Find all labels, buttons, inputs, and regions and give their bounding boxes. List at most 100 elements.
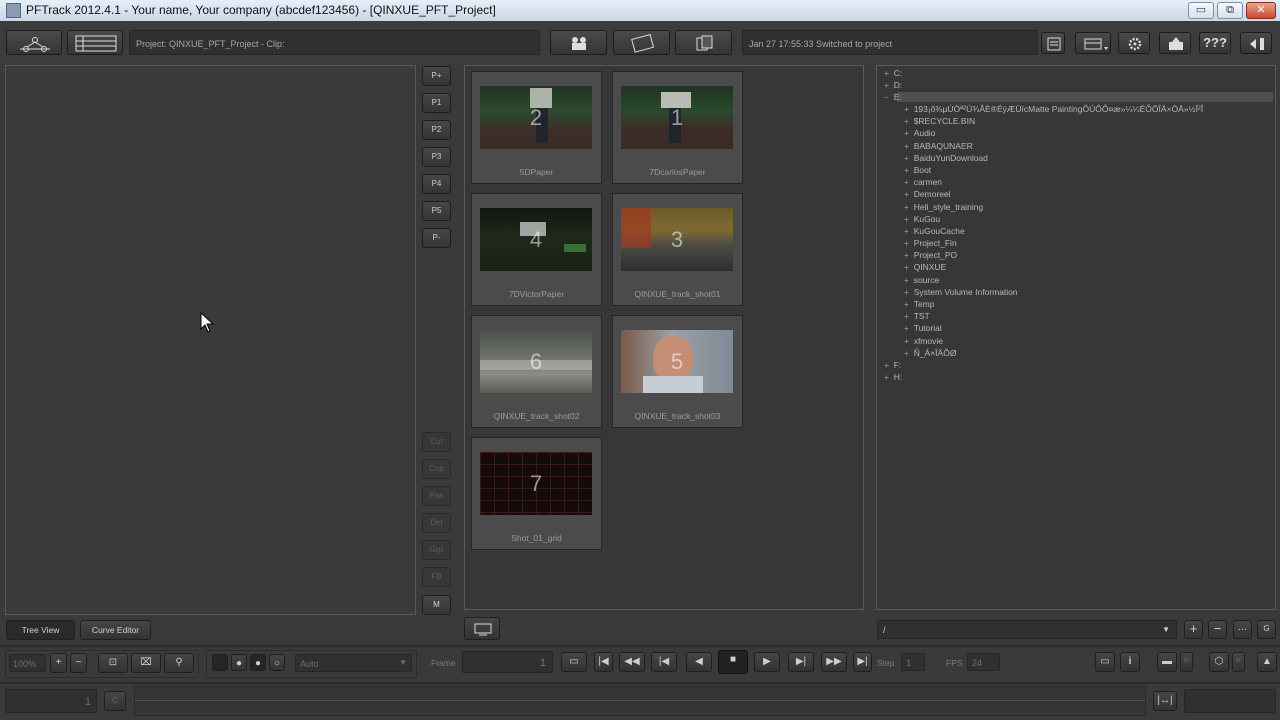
cut-button[interactable]: Cut <box>422 432 451 452</box>
go-button[interactable]: G <box>1257 620 1276 639</box>
camera-lock-button[interactable]: ⌧ <box>131 653 161 673</box>
panel-p-button[interactable]: P <box>1180 652 1193 672</box>
play-button[interactable]: ▶ <box>754 652 780 672</box>
zoom-out-button[interactable]: − <box>70 653 87 673</box>
stop-button[interactable]: ■ <box>718 650 748 674</box>
zoom-field[interactable]: 100% <box>9 654 46 672</box>
folder-item[interactable]: + BaiduYunDownload <box>904 153 1203 165</box>
help-button[interactable]: ??? <box>1199 32 1231 54</box>
clip-tools-button[interactable] <box>464 617 500 640</box>
camera-view-button[interactable] <box>550 30 607 55</box>
close-button[interactable]: ✕ <box>1246 2 1276 19</box>
overlay-toggle-button[interactable]: ▭ <box>1095 652 1115 672</box>
fps-input[interactable]: 24 <box>967 653 1000 671</box>
timeline-cache-button[interactable]: C <box>104 691 126 711</box>
go-start-button[interactable]: |◀ <box>594 652 613 672</box>
folder-item[interactable]: + Project_PO <box>904 250 1203 262</box>
folder-item[interactable]: + Boot <box>904 165 1203 177</box>
display-mode-select[interactable]: Auto ▼ <box>295 654 412 672</box>
log-button[interactable] <box>1041 32 1065 54</box>
folder-item[interactable]: + Ñ_Á×ÎÄÕØ <box>904 348 1203 360</box>
fit-range-button[interactable]: |↔| <box>1153 691 1177 711</box>
zoom-in-button[interactable]: + <box>50 653 67 673</box>
copy-button[interactable]: Cop <box>422 459 451 479</box>
folder-item[interactable]: + 193¡õ¾µÚÒª²Ú¾ÂÈ®ÉýÆÜícMatte PaintingÕÚ… <box>904 104 1203 116</box>
folder-item[interactable]: + KuGou <box>904 214 1203 226</box>
paste-button[interactable]: Pas <box>422 486 451 506</box>
folder-item[interactable]: + Demoreel <box>904 189 1203 201</box>
eject-button[interactable]: ▲ <box>1257 652 1277 672</box>
folder-item[interactable]: + $RECYCLE.BIN <box>904 116 1203 128</box>
node-tree-button[interactable] <box>6 30 62 55</box>
browse-button[interactable]: … <box>1233 620 1252 639</box>
display-mode-1[interactable] <box>212 654 228 671</box>
group-button[interactable]: Grp <box>422 540 451 560</box>
minimize-button[interactable]: ▭ <box>1188 2 1214 19</box>
tab-tree-view[interactable]: Tree View <box>6 620 75 640</box>
tree-node[interactable]: + D: <box>884 80 902 92</box>
clip-item[interactable]: 6 QINXUE_track_shot02 <box>471 315 602 428</box>
remove-path-button[interactable]: − <box>1208 620 1227 639</box>
folder-item[interactable]: + xfmovie <box>904 336 1203 348</box>
delete-button[interactable]: Del <box>422 513 451 533</box>
maximize-button[interactable]: ⧉ <box>1217 2 1243 19</box>
folder-item[interactable]: + Tutorial <box>904 323 1203 335</box>
step-back-button[interactable]: |◀ <box>651 652 677 672</box>
folder-item[interactable]: + Project_Fin <box>904 238 1203 250</box>
playback-options-button[interactable]: ▭ <box>561 652 587 672</box>
exit-button[interactable] <box>1240 32 1272 54</box>
folder-item[interactable]: + BABAQUNAER <box>904 141 1203 153</box>
folder-item[interactable]: + QINXUE <box>904 262 1203 274</box>
page-3-button[interactable]: P3 <box>422 147 451 167</box>
folder-item[interactable]: + Audio <box>904 128 1203 140</box>
clip-view-button[interactable] <box>613 30 670 55</box>
clip-item[interactable]: 5 QINXUE_track_shot03 <box>612 315 743 428</box>
timeline-end-field[interactable] <box>1184 689 1276 713</box>
folder-item[interactable]: + TST <box>904 311 1203 323</box>
info-button[interactable]: i <box>1120 652 1140 672</box>
path-input[interactable]: / ▼ <box>877 620 1177 639</box>
display-mode-4[interactable]: ○ <box>269 654 285 671</box>
tree-node[interactable]: − E: <box>884 92 902 104</box>
timeline-start-field[interactable]: 1 <box>5 689 97 713</box>
clip-item[interactable]: 7 Shot_01_grid <box>471 437 602 550</box>
step-input[interactable]: 1 <box>901 653 925 671</box>
timeline-track[interactable] <box>134 686 1146 716</box>
page-4-button[interactable]: P4 <box>422 174 451 194</box>
fit-view-button[interactable]: ⊡ <box>98 653 128 673</box>
fill-button[interactable]: Fill <box>422 567 451 587</box>
export-button[interactable] <box>1159 32 1191 54</box>
add-path-button[interactable]: + <box>1184 620 1203 639</box>
page-1-button[interactable]: P1 <box>422 93 451 113</box>
tree-node[interactable]: + C: <box>884 68 902 80</box>
display-mode-2[interactable]: ● <box>231 654 247 671</box>
clip-item[interactable]: 4 7DVictorPaper <box>471 193 602 306</box>
folder-item[interactable]: + System Volume Information <box>904 287 1203 299</box>
clip-item[interactable]: 3 QINXUE_track_shot01 <box>612 193 743 306</box>
menu-button[interactable]: M <box>422 595 451 615</box>
viewport-panel[interactable] <box>5 65 416 615</box>
3d-view-button[interactable]: ⬡ <box>1209 652 1229 672</box>
play-reverse-button[interactable]: ◀ <box>686 652 712 672</box>
page-5-button[interactable]: P5 <box>422 201 451 221</box>
clip-item[interactable]: 2 5DPaper <box>471 71 602 184</box>
folder-item[interactable]: + source <box>904 275 1203 287</box>
frame-input[interactable]: 1 <box>462 651 553 673</box>
3d-p-button[interactable]: P <box>1232 652 1245 672</box>
add-page-button[interactable]: P+ <box>422 66 451 86</box>
panel-toggle-button[interactable]: ▬ <box>1157 652 1177 672</box>
pin-button[interactable]: ⚲ <box>164 653 194 673</box>
folder-item[interactable]: + Temp <box>904 299 1203 311</box>
clip-item[interactable]: 1 7DcarlosPaper <box>612 71 743 184</box>
page-2-button[interactable]: P2 <box>422 120 451 140</box>
folder-item[interactable]: + Hell_style_training <box>904 202 1203 214</box>
tree-node[interactable]: + H: <box>884 372 902 384</box>
media-view-button[interactable] <box>675 30 732 55</box>
layout-menu-button[interactable] <box>1075 32 1111 54</box>
fast-forward-button[interactable]: ▶▶ <box>821 652 847 672</box>
go-end-button[interactable]: ▶| <box>853 652 872 672</box>
rewind-fast-button[interactable]: ◀◀ <box>619 652 645 672</box>
step-forward-button[interactable]: ▶| <box>788 652 814 672</box>
remove-page-button[interactable]: P- <box>422 228 451 248</box>
node-list-button[interactable] <box>67 30 123 55</box>
